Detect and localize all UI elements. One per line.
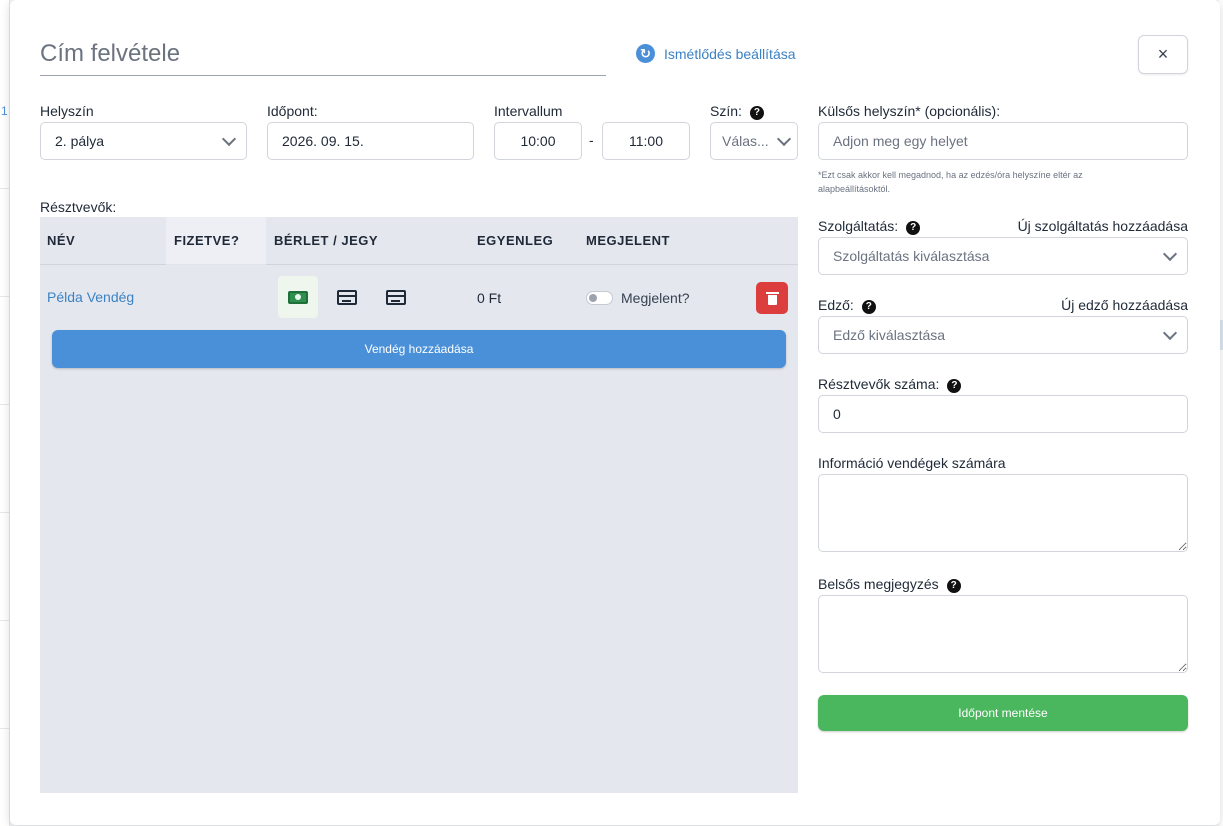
color-label: Szín: [710,103,742,119]
attended-toggle[interactable] [586,291,613,305]
background-divider [0,728,10,729]
participants-label: Résztvevők: [40,199,117,215]
question-circle-icon[interactable]: ? [946,579,961,593]
question-circle-icon[interactable]: ? [906,221,921,235]
external-location-label: Külsős helyszín* (opcionális): [818,103,1001,119]
add-service-link[interactable]: Új szolgáltatás hozzáadása [1018,218,1188,234]
repeat-settings-label: Ismétlődés beállítása [664,45,796,62]
close-button[interactable]: × [1138,35,1188,74]
save-appointment-button[interactable]: Időpont mentése [818,695,1188,731]
question-circle-icon[interactable]: ? [947,379,962,393]
trash-icon [765,291,779,305]
question-circle-icon[interactable]: ? [861,300,876,314]
cash-payment-button[interactable] [278,276,318,318]
add-trainer-link[interactable]: Új edző hozzáadása [1061,297,1188,313]
service-select[interactable]: Szolgáltatás kiválasztása [818,237,1188,275]
question-circle-icon[interactable]: ? [749,106,764,120]
participant-count-input[interactable]: 0 [818,395,1188,433]
delete-guest-button[interactable] [756,282,788,314]
add-guest-button[interactable]: Vendég hozzáadása [52,330,786,368]
participant-count-label: Résztvevők száma: [818,376,940,392]
background-calendar-strip: 1 [0,0,10,826]
internal-note-label: Belsős megjegyzés [818,576,939,592]
participants-table: NÉV FIZETVE? BÉRLET / JEGY EGYENLEG MEGJ… [40,217,798,793]
background-divider [0,296,10,297]
guest-name-link[interactable]: Példa Vendég [47,289,134,305]
credit-card-icon [337,289,357,305]
guest-info-textarea[interactable] [818,474,1188,552]
column-attended: MEGJELENT [586,233,670,248]
trainer-label: Edző: [818,297,854,313]
column-balance: EGYENLEG [477,233,554,248]
external-location-input[interactable]: Adjon meg egy helyet [818,122,1188,160]
interval-end-value: 11:00 [629,133,663,149]
column-paid: FIZETVE? [174,233,240,248]
credit-card-icon [386,289,406,305]
interval-separator: - [589,132,594,148]
background-divider [0,188,10,189]
ticket-payment-button[interactable] [376,276,416,318]
background-divider [0,512,10,513]
column-name: NÉV [47,233,76,248]
internal-note-textarea[interactable] [818,595,1188,673]
location-select[interactable]: 2. pálya [40,122,247,160]
external-location-note: *Ezt csak akkor kell megadnod, ha az edz… [818,170,1083,194]
service-label: Szolgáltatás: [818,218,899,234]
chevron-down-icon [776,131,792,147]
color-select[interactable]: Válas... [710,122,798,160]
repeat-settings-link[interactable]: ↻ Ismétlődés beállítása [636,44,796,63]
interval-end-input[interactable]: 11:00 [602,122,690,160]
guest-balance: 0 Ft [477,290,502,306]
background-row-number: 1 [1,104,8,118]
location-select-value: 2. pálya [55,133,105,149]
participant-count-value: 0 [833,406,841,422]
internal-note-label-group: Belsős megjegyzés? [818,576,961,593]
chevron-down-icon [1162,325,1178,341]
trainer-select-placeholder: Edző kiválasztása [833,327,946,343]
title-input[interactable]: Cím felvétele [40,38,606,76]
date-input-value: 2026. 09. 15. [282,133,364,149]
participants-table-header: NÉV FIZETVE? BÉRLET / JEGY EGYENLEG MEGJ… [40,217,798,265]
location-label: Helyszín [40,103,94,119]
date-label: Időpont: [267,103,318,119]
cash-icon [288,290,308,304]
interval-label: Intervallum [494,103,563,119]
service-label-group: Szolgáltatás:? [818,218,921,235]
refresh-icon: ↻ [636,44,655,63]
service-select-placeholder: Szolgáltatás kiválasztása [833,248,990,264]
attended-toggle-label: Megjelent? [621,290,690,306]
background-divider [0,620,10,621]
chevron-down-icon [1162,246,1178,262]
chevron-down-icon [221,131,237,147]
trainer-select[interactable]: Edző kiválasztása [818,316,1188,354]
color-select-value: Válas... [722,133,769,149]
interval-start-input[interactable]: 10:00 [494,122,582,160]
guest-info-label: Információ vendégek számára [818,455,1006,471]
trainer-label-group: Edző:? [818,297,876,314]
pass-payment-button[interactable] [327,276,367,318]
external-location-placeholder: Adjon meg egy helyet [833,133,968,149]
date-input[interactable]: 2026. 09. 15. [267,122,474,160]
appointment-modal: Cím felvétele ↻ Ismétlődés beállítása × … [10,0,1220,825]
background-divider [0,404,10,405]
interval-start-value: 10:00 [520,133,556,149]
column-pass-ticket: BÉRLET / JEGY [274,233,379,248]
close-icon: × [1157,44,1169,64]
participant-count-label-group: Résztvevők száma:? [818,376,962,393]
color-label-group: Szín:? [710,103,764,120]
